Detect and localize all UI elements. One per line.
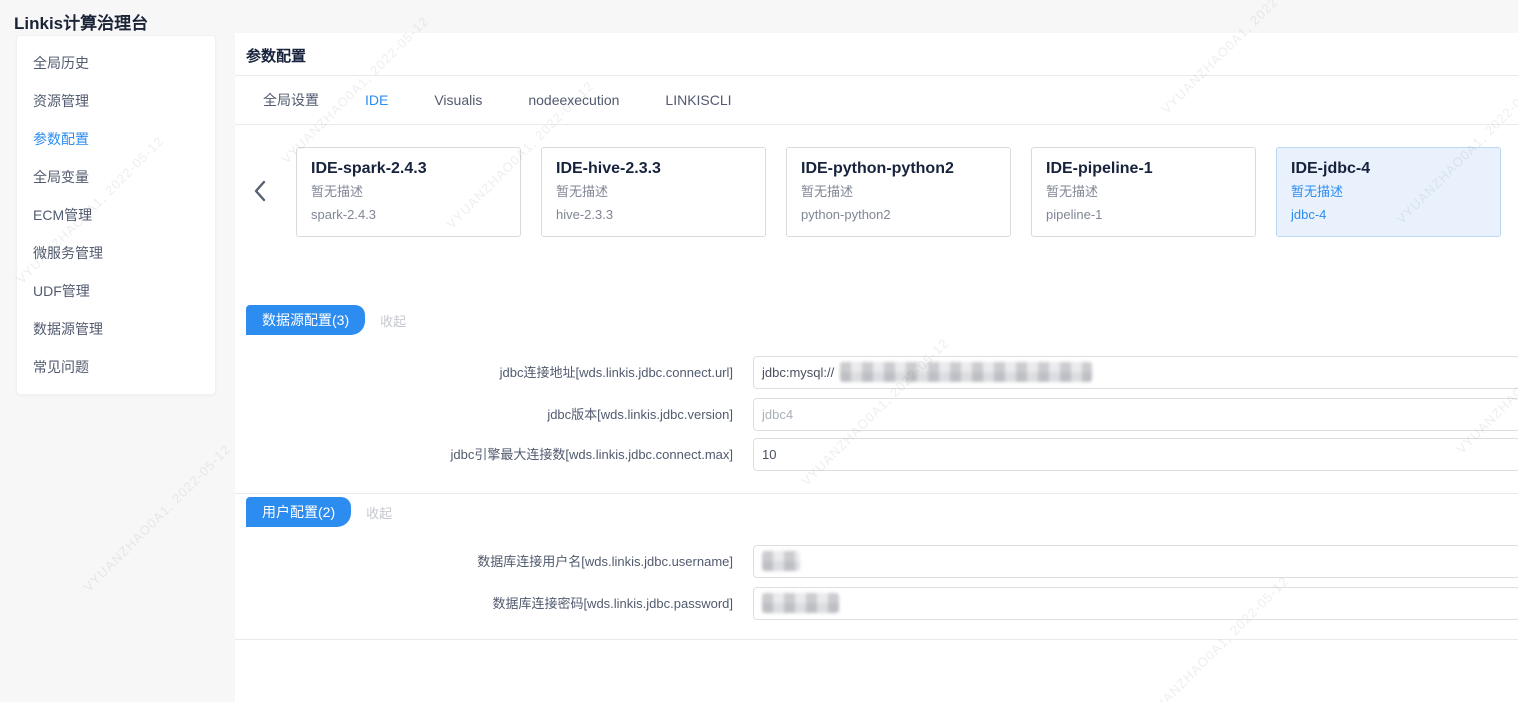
sidebar-item-resource-management[interactable]: 资源管理 (17, 82, 215, 120)
jdbc-url-value: jdbc:mysql:// (762, 365, 834, 380)
engine-card-python[interactable]: IDE-python-python2 暂无描述 python-python2 (786, 147, 1011, 237)
form-row: jdbc引擎最大连接数[wds.linkis.jdbc.connect.max]… (235, 438, 1518, 471)
section-datasource-header: 数据源配置(3) 收起 (246, 305, 406, 335)
sidebar-item-ecm-management[interactable]: ECM管理 (17, 196, 215, 234)
main-panel: 参数配置 全局设置 IDE Visualis nodeexecution LIN… (235, 33, 1518, 702)
engine-card-pipeline[interactable]: IDE-pipeline-1 暂无描述 pipeline-1 (1031, 147, 1256, 237)
engine-card-engine: pipeline-1 (1046, 203, 1241, 226)
section-datasource-tag: 数据源配置(3) (246, 305, 365, 335)
engine-card-spark[interactable]: IDE-spark-2.4.3 暂无描述 spark-2.4.3 (296, 147, 521, 237)
engine-card-title: IDE-pipeline-1 (1046, 157, 1241, 180)
tab-bar: 全局设置 IDE Visualis nodeexecution LINKISCL… (235, 76, 1518, 125)
engine-card-engine: jdbc-4 (1291, 203, 1486, 226)
sidebar-item-global-variables[interactable]: 全局变量 (17, 158, 215, 196)
engine-card-desc: 暂无描述 (1291, 180, 1486, 203)
jdbc-max-connections-value: 10 (762, 447, 776, 462)
app-title: Linkis计算治理台 (14, 9, 148, 34)
engine-card-hive[interactable]: IDE-hive-2.3.3 暂无描述 hive-2.3.3 (541, 147, 766, 237)
jdbc-max-connections-input[interactable]: 10 (753, 438, 1518, 471)
tab-ide[interactable]: IDE (365, 92, 388, 108)
section-datasource-collapse-link[interactable]: 收起 (380, 311, 406, 330)
db-password-input[interactable] (753, 587, 1518, 620)
engine-card-engine: spark-2.4.3 (311, 203, 506, 226)
section-user-tag: 用户配置(2) (246, 497, 351, 527)
page-title: 参数配置 (246, 45, 306, 66)
form-row: 数据库连接密码[wds.linkis.jdbc.password] (235, 587, 1518, 620)
tab-visualis[interactable]: Visualis (434, 92, 482, 108)
section-divider (235, 639, 1518, 640)
sidebar: 全局历史 资源管理 参数配置 全局变量 ECM管理 微服务管理 UDF管理 数据… (16, 35, 216, 395)
redacted-value (762, 593, 839, 613)
engine-card-desc: 暂无描述 (311, 180, 506, 203)
engine-card-title: IDE-jdbc-4 (1291, 157, 1486, 180)
section-user-collapse-link[interactable]: 收起 (366, 503, 392, 522)
watermark-text: VYUANZHAO0A1, 2022-05-12 (80, 441, 233, 594)
engine-card-desc: 暂无描述 (1046, 180, 1241, 203)
carousel-prev-button[interactable] (250, 177, 272, 205)
field-label-db-username: 数据库连接用户名[wds.linkis.jdbc.username] (235, 545, 733, 578)
jdbc-version-value: jdbc4 (762, 407, 793, 422)
field-label-jdbc-version: jdbc版本[wds.linkis.jdbc.version] (235, 398, 733, 431)
engine-card-title: IDE-hive-2.3.3 (556, 157, 751, 180)
sidebar-item-parameter-config[interactable]: 参数配置 (17, 120, 215, 158)
sidebar-item-faq[interactable]: 常见问题 (17, 348, 215, 386)
field-label-jdbc-max-connections: jdbc引擎最大连接数[wds.linkis.jdbc.connect.max] (235, 438, 733, 471)
engine-card-engine: python-python2 (801, 203, 996, 226)
field-label-db-password: 数据库连接密码[wds.linkis.jdbc.password] (235, 587, 733, 620)
engine-card-title: IDE-spark-2.4.3 (311, 157, 506, 180)
redacted-value (762, 551, 800, 571)
sidebar-item-datasource-management[interactable]: 数据源管理 (17, 310, 215, 348)
engine-card-list: IDE-spark-2.4.3 暂无描述 spark-2.4.3 IDE-hiv… (296, 147, 1501, 237)
redacted-value (840, 362, 1092, 382)
tab-nodeexecution[interactable]: nodeexecution (528, 92, 619, 108)
form-row: jdbc连接地址[wds.linkis.jdbc.connect.url] jd… (235, 356, 1518, 389)
section-user-header: 用户配置(2) 收起 (246, 497, 392, 527)
engine-card-title: IDE-python-python2 (801, 157, 996, 180)
sidebar-item-udf-management[interactable]: UDF管理 (17, 272, 215, 310)
engine-card-desc: 暂无描述 (556, 180, 751, 203)
engine-card-desc: 暂无描述 (801, 180, 996, 203)
engine-card-jdbc[interactable]: IDE-jdbc-4 暂无描述 jdbc-4 (1276, 147, 1501, 237)
jdbc-version-input[interactable]: jdbc4 (753, 398, 1518, 431)
engine-card-engine: hive-2.3.3 (556, 203, 751, 226)
form-row: jdbc版本[wds.linkis.jdbc.version] jdbc4 (235, 398, 1518, 431)
chevron-left-icon (250, 177, 272, 205)
section-divider (235, 493, 1518, 494)
sidebar-item-global-history[interactable]: 全局历史 (17, 44, 215, 82)
form-row: 数据库连接用户名[wds.linkis.jdbc.username] (235, 545, 1518, 578)
db-username-input[interactable] (753, 545, 1518, 578)
jdbc-url-input[interactable]: jdbc:mysql:// (753, 356, 1518, 389)
tab-linkiscli[interactable]: LINKISCLI (665, 92, 731, 108)
sidebar-item-microservice-management[interactable]: 微服务管理 (17, 234, 215, 272)
field-label-jdbc-url: jdbc连接地址[wds.linkis.jdbc.connect.url] (235, 356, 733, 389)
tab-global-settings[interactable]: 全局设置 (263, 90, 319, 110)
